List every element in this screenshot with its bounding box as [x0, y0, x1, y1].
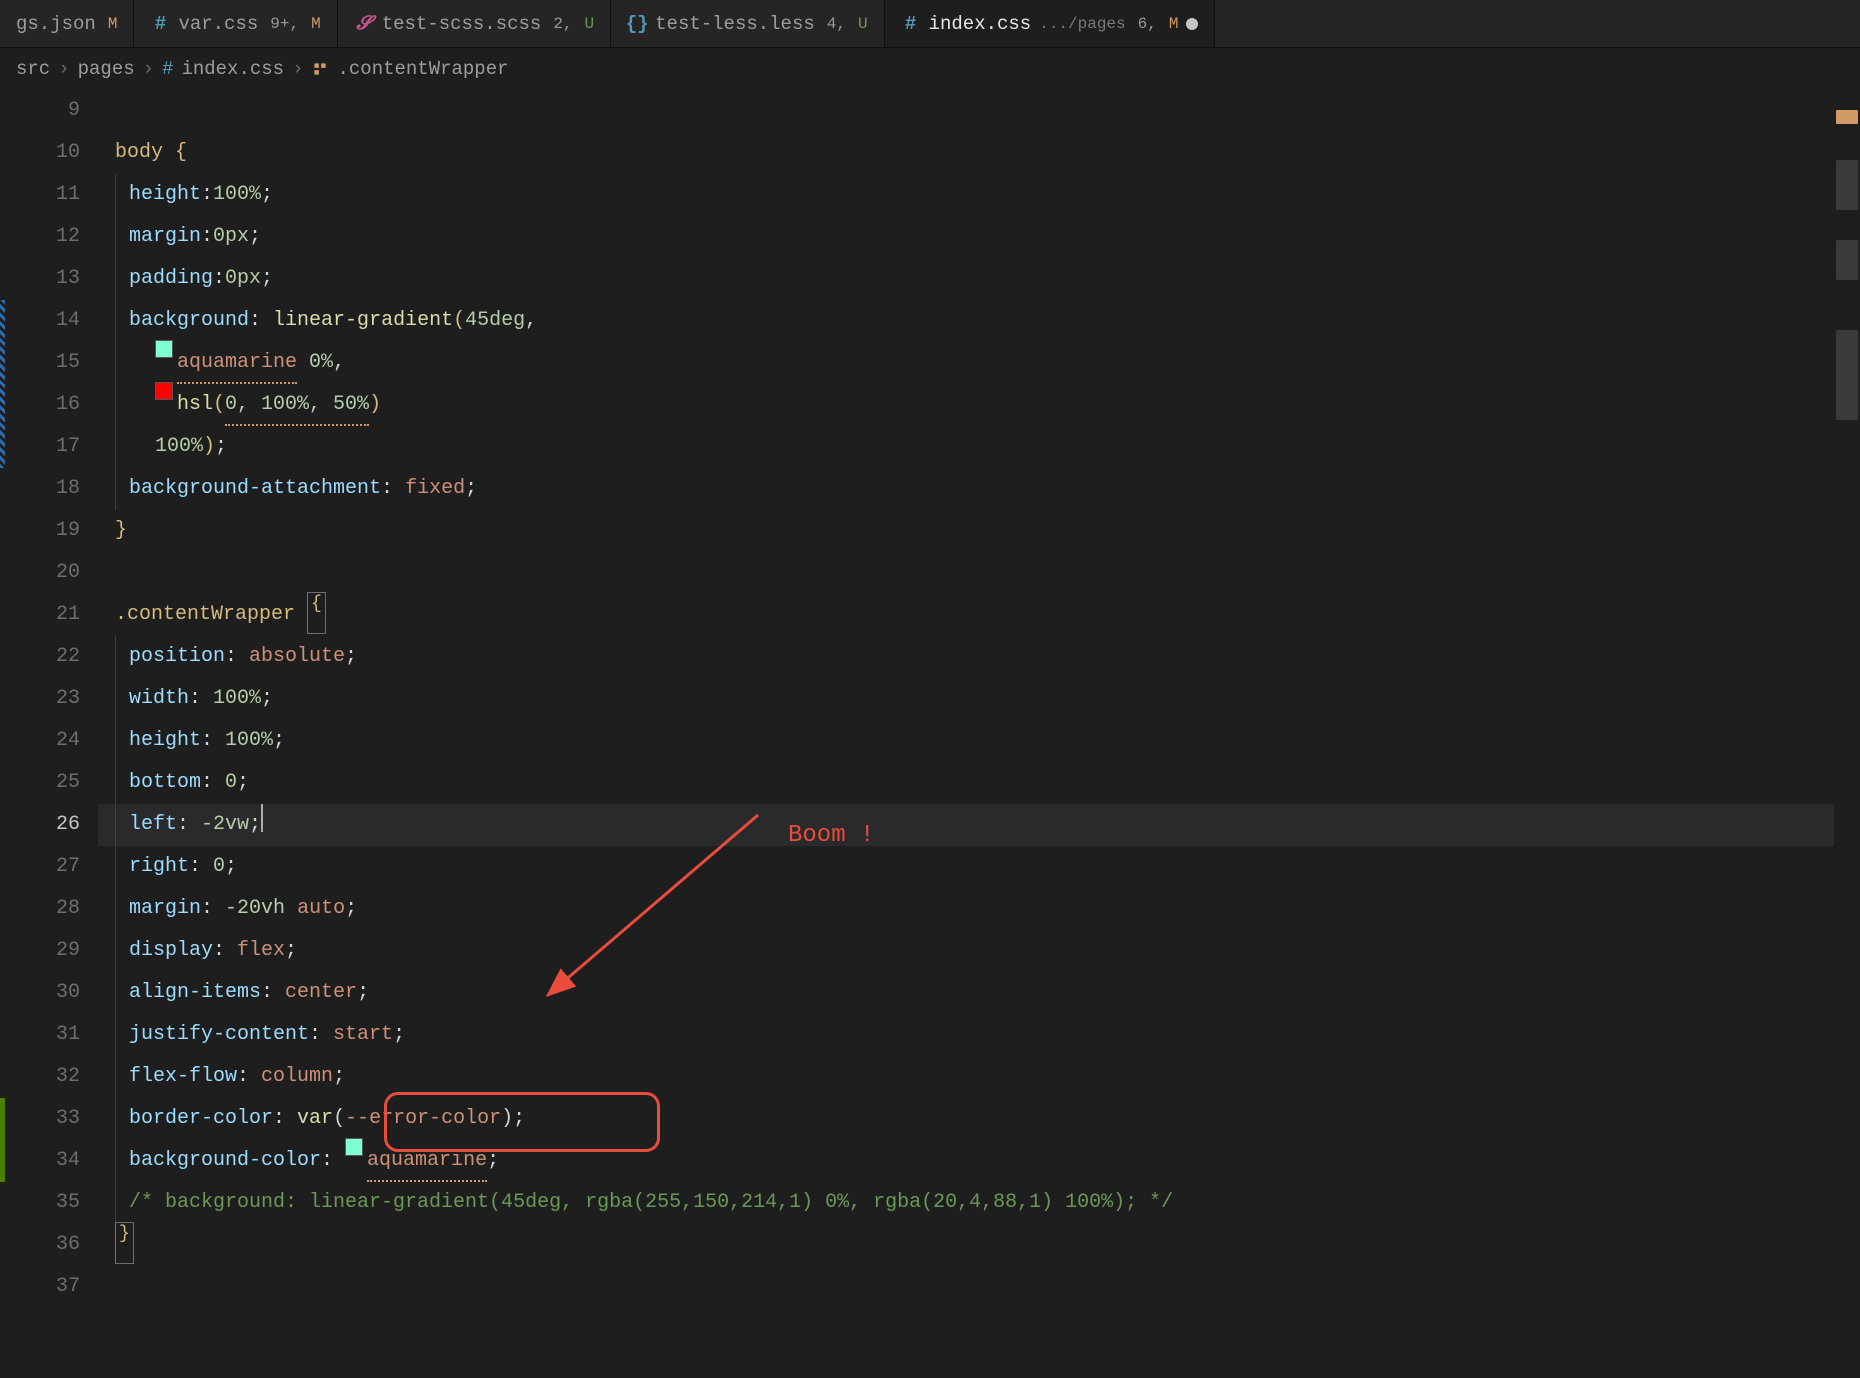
code-editor[interactable]: body { height:100%; margin:0px; padding:… — [98, 90, 1834, 1378]
breadcrumb[interactable]: src › pages › # index.css › .contentWrap… — [0, 48, 1860, 90]
tab-test-less[interactable]: {} test-less.less 4, U — [611, 0, 884, 47]
tab-test-scss[interactable]: 𝓢 test-scss.scss 2, U — [338, 0, 611, 47]
annotation-highlight-box — [384, 1092, 660, 1152]
tab-var-css[interactable]: # var.css 9+, M — [134, 0, 337, 47]
tab-gs-json[interactable]: gs.json M — [0, 0, 134, 47]
minimap[interactable] — [1834, 90, 1860, 1378]
hash-icon: # — [150, 14, 170, 34]
hash-icon: # — [162, 58, 173, 80]
symbol-icon — [311, 60, 329, 78]
breadcrumb-segment[interactable]: src — [16, 58, 50, 80]
chevron-right-icon: › — [143, 58, 154, 80]
color-swatch-icon — [345, 1138, 363, 1156]
breadcrumb-segment[interactable]: pages — [78, 58, 135, 80]
chevron-right-icon: › — [292, 58, 303, 80]
tab-index-css[interactable]: # index.css .../pages 6, M — [885, 0, 1216, 47]
color-swatch-icon — [155, 340, 173, 358]
sass-icon: 𝓢 — [354, 14, 374, 34]
text-cursor — [261, 804, 263, 832]
breadcrumb-symbol[interactable]: .contentWrapper — [337, 58, 508, 80]
chevron-right-icon: › — [58, 58, 69, 80]
breadcrumb-file[interactable]: index.css — [181, 58, 284, 80]
tab-bar: gs.json M # var.css 9+, M 𝓢 test-scss.sc… — [0, 0, 1860, 48]
line-number-gutter[interactable]: 9 10 11 12 13 14 15 16 17 18 19 20 21 22… — [0, 90, 98, 1378]
dirty-indicator-icon — [1186, 18, 1198, 30]
braces-icon: {} — [627, 14, 647, 34]
color-swatch-icon — [155, 382, 173, 400]
hash-icon: # — [901, 14, 921, 34]
